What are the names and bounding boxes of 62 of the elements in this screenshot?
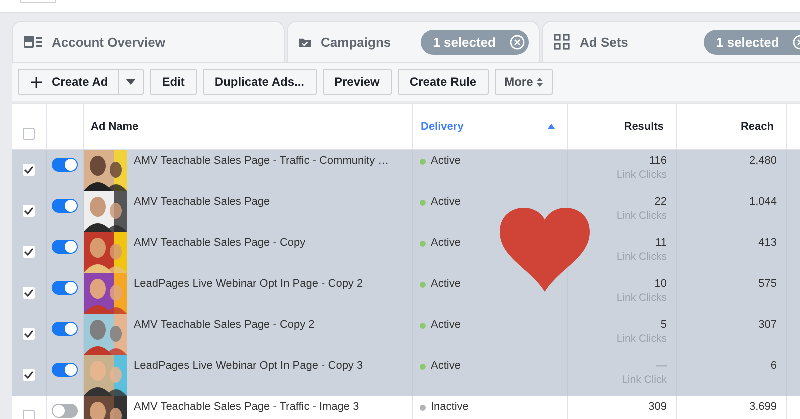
ad-name[interactable]: LeadPages Live Webinar Opt In Page - Copy 2 (127, 273, 364, 290)
toggle-switch[interactable] (52, 281, 78, 295)
toggle-switch[interactable] (52, 363, 78, 377)
ad-name[interactable]: LeadPages Live Webinar Opt In Page - Copy 3 (127, 355, 364, 372)
column-header[interactable]: Results (568, 104, 677, 149)
toolbar-button[interactable]: Edit (150, 69, 197, 95)
tab[interactable]: Campaigns 1 selected (287, 21, 540, 62)
results-value: 116 (649, 154, 667, 168)
delivery-status: Active (431, 319, 461, 331)
ad-name[interactable]: AMV Teachable Sales Page - Traffic - Community … (127, 150, 390, 167)
delivery-status: Active (431, 278, 461, 290)
overview-icon (24, 35, 42, 49)
toolbar-button[interactable]: Create Rule (398, 69, 489, 95)
column-header[interactable]: Reach (677, 104, 787, 149)
column-header[interactable]: Ad Name (84, 104, 413, 149)
results-value: 22 (654, 195, 667, 209)
tab-label: Account Overview (52, 34, 166, 50)
tab[interactable]: Account Overview (12, 21, 285, 62)
checkbox[interactable] (23, 128, 35, 140)
delivery-status: Active (431, 196, 461, 208)
reach-value: 2,480 (749, 154, 777, 168)
reach-value: 575 (758, 277, 777, 291)
toggle-switch[interactable] (52, 199, 78, 213)
ad-name[interactable]: AMV Teachable Sales Page - Copy 2 (127, 314, 315, 331)
toggle-switch[interactable] (52, 404, 78, 418)
toolbar-button[interactable]: Duplicate Ads... (202, 69, 316, 95)
delivery-status: Active (431, 155, 461, 167)
results-value: 10 (654, 277, 667, 291)
tab-label: Campaigns (321, 34, 392, 50)
reach-value: 413 (758, 236, 777, 250)
results-value: — (656, 359, 667, 373)
reach-value: 307 (758, 318, 777, 332)
column-header[interactable]: Delivery (413, 104, 568, 149)
reach-value: 1,044 (749, 195, 777, 209)
grid-icon (554, 34, 570, 50)
ad-name[interactable]: AMV Teachable Sales Page - Copy (127, 232, 306, 249)
toolbar-button[interactable]: Preview (322, 69, 392, 95)
delivery-status: Inactive (431, 401, 469, 413)
toggle-switch[interactable] (52, 158, 78, 172)
create-ad-button[interactable]: Create Ad (18, 69, 120, 95)
heart-icon (500, 208, 590, 292)
results-value: 5 (660, 318, 667, 332)
tab-label: Ad Sets (580, 34, 628, 50)
ad-name[interactable]: AMV Teachable Sales Page (127, 191, 270, 208)
results-value: 11 (656, 236, 667, 250)
checkbox[interactable] (23, 410, 35, 419)
ad-name[interactable]: AMV Teachable Sales Page - Traffic - Image 3 (127, 396, 360, 413)
results-value: 309 (648, 400, 667, 414)
tab[interactable]: Ad Sets 1 selected (542, 21, 800, 62)
reach-value: 3,699 (749, 400, 777, 414)
sort-ascending-icon (548, 124, 555, 129)
toggle-switch[interactable] (52, 322, 78, 336)
close-icon[interactable] (510, 34, 525, 50)
dropdown-button[interactable] (119, 69, 144, 95)
reach-value: 6 (770, 359, 777, 373)
plus-icon (31, 76, 42, 88)
more-button[interactable]: More (494, 69, 554, 95)
delivery-status: Active (431, 360, 461, 372)
sort-icon (537, 78, 544, 86)
delivery-status: Active (431, 237, 461, 249)
caret-icon (126, 79, 136, 85)
toggle-switch[interactable] (52, 240, 78, 254)
